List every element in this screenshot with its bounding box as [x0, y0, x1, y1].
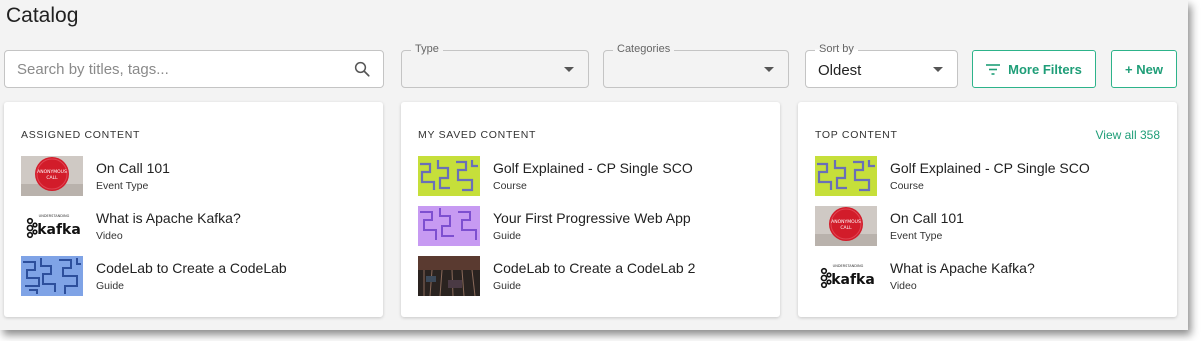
filter-icon [986, 63, 1001, 75]
item-type: Video [890, 280, 917, 292]
item-type: Event Type [890, 230, 943, 242]
item-title: What is Apache Kafka? [96, 210, 241, 226]
item-title: Your First Progressive Web App [493, 210, 691, 226]
more-filters-button[interactable]: More Filters [972, 50, 1096, 88]
search-input[interactable]: Search by titles, tags... [17, 61, 169, 78]
card-heading: MY SAVED CONTENT [418, 129, 537, 141]
thumbnail-red-circle: ANONYMOUS CALL [815, 206, 877, 246]
sort-select-value: Oldest [818, 62, 862, 79]
item-type: Course [890, 180, 924, 192]
list-item[interactable]: Your First Progressive Web App Guide [418, 204, 768, 248]
thumbnail-purple-maze [418, 206, 480, 246]
card-heading: TOP CONTENT [815, 129, 898, 141]
thumbnail-green-maze [418, 156, 480, 196]
page-title: Catalog [6, 4, 79, 27]
type-select[interactable]: Type [401, 43, 589, 88]
thumbnail-kafka-logo: UNDERSTANDING kafka [815, 256, 877, 296]
list-item[interactable]: CodeLab to Create a CodeLab 2 Guide [418, 254, 768, 298]
my-saved-content-card: MY SAVED CONTENT Golf Explained - CP Sin… [401, 102, 780, 317]
chevron-down-icon[interactable] [764, 67, 774, 72]
item-title: Golf Explained - CP Single SCO [493, 160, 693, 176]
view-all-link[interactable]: View all 358 [1096, 128, 1161, 142]
item-title: CodeLab to Create a CodeLab [96, 260, 287, 276]
type-select-label: Type [411, 43, 443, 55]
search-field[interactable]: Search by titles, tags... [4, 50, 384, 88]
categories-select-label: Categories [613, 43, 675, 55]
svg-text:ANONYMOUS: ANONYMOUS [37, 169, 67, 175]
item-title: On Call 101 [96, 160, 170, 176]
item-type: Video [96, 230, 123, 242]
list-item[interactable]: Golf Explained - CP Single SCO Course [418, 154, 768, 198]
top-content-card: TOP CONTENT View all 358 Golf Explained … [798, 102, 1177, 317]
list-item[interactable]: CodeLab to Create a CodeLab Guide [21, 254, 371, 298]
item-title: What is Apache Kafka? [890, 260, 1035, 276]
list-item[interactable]: ANONYMOUS CALL On Call 101 Event Type [815, 204, 1165, 248]
new-button[interactable]: + New [1111, 50, 1177, 88]
more-filters-label: More Filters [1008, 61, 1082, 77]
item-type: Course [493, 180, 527, 192]
list-item[interactable]: UNDERSTANDING kafka What is Apache Kafka… [21, 204, 371, 248]
svg-text:UNDERSTANDING: UNDERSTANDING [39, 214, 70, 218]
item-type: Event Type [96, 180, 149, 192]
svg-text:UNDERSTANDING: UNDERSTANDING [833, 264, 864, 268]
search-icon[interactable] [353, 60, 371, 78]
chevron-down-icon[interactable] [564, 67, 574, 72]
item-type: Guide [493, 280, 522, 292]
list-item[interactable]: Golf Explained - CP Single SCO Course [815, 154, 1165, 198]
card-heading: ASSIGNED CONTENT [21, 129, 141, 141]
svg-text:ANONYMOUS: ANONYMOUS [831, 219, 861, 225]
svg-text:CALL: CALL [840, 225, 852, 231]
thumbnail-dark-photo [418, 256, 480, 296]
svg-text:CALL: CALL [46, 175, 58, 181]
thumbnail-red-circle: ANONYMOUS CALL [21, 156, 83, 196]
thumbnail-blue-maze [21, 256, 83, 296]
thumbnail-kafka-logo: UNDERSTANDING kafka [21, 206, 83, 246]
item-type: Guide [493, 230, 522, 242]
svg-text:kafka: kafka [37, 222, 81, 238]
chevron-down-icon[interactable] [933, 67, 943, 72]
item-title: CodeLab to Create a CodeLab 2 [493, 260, 696, 276]
list-item[interactable]: ANONYMOUS CALL On Call 101 Event Type [21, 154, 371, 198]
item-title: On Call 101 [890, 210, 964, 226]
item-title: Golf Explained - CP Single SCO [890, 160, 1090, 176]
thumbnail-green-maze [815, 156, 877, 196]
svg-text:kafka: kafka [831, 272, 875, 288]
assigned-content-card: ASSIGNED CONTENT ANONYMOUS CALL On Call … [4, 102, 383, 317]
item-type: Guide [96, 280, 125, 292]
categories-select[interactable]: Categories [603, 43, 789, 88]
list-item[interactable]: UNDERSTANDING kafka What is Apache Kafka… [815, 254, 1165, 298]
catalog-panel: Catalog Search by titles, tags... Type C… [0, 0, 1188, 330]
sort-select-label: Sort by [815, 43, 858, 55]
new-button-label: + New [1125, 61, 1163, 77]
sort-select[interactable]: Sort by Oldest [805, 43, 958, 88]
